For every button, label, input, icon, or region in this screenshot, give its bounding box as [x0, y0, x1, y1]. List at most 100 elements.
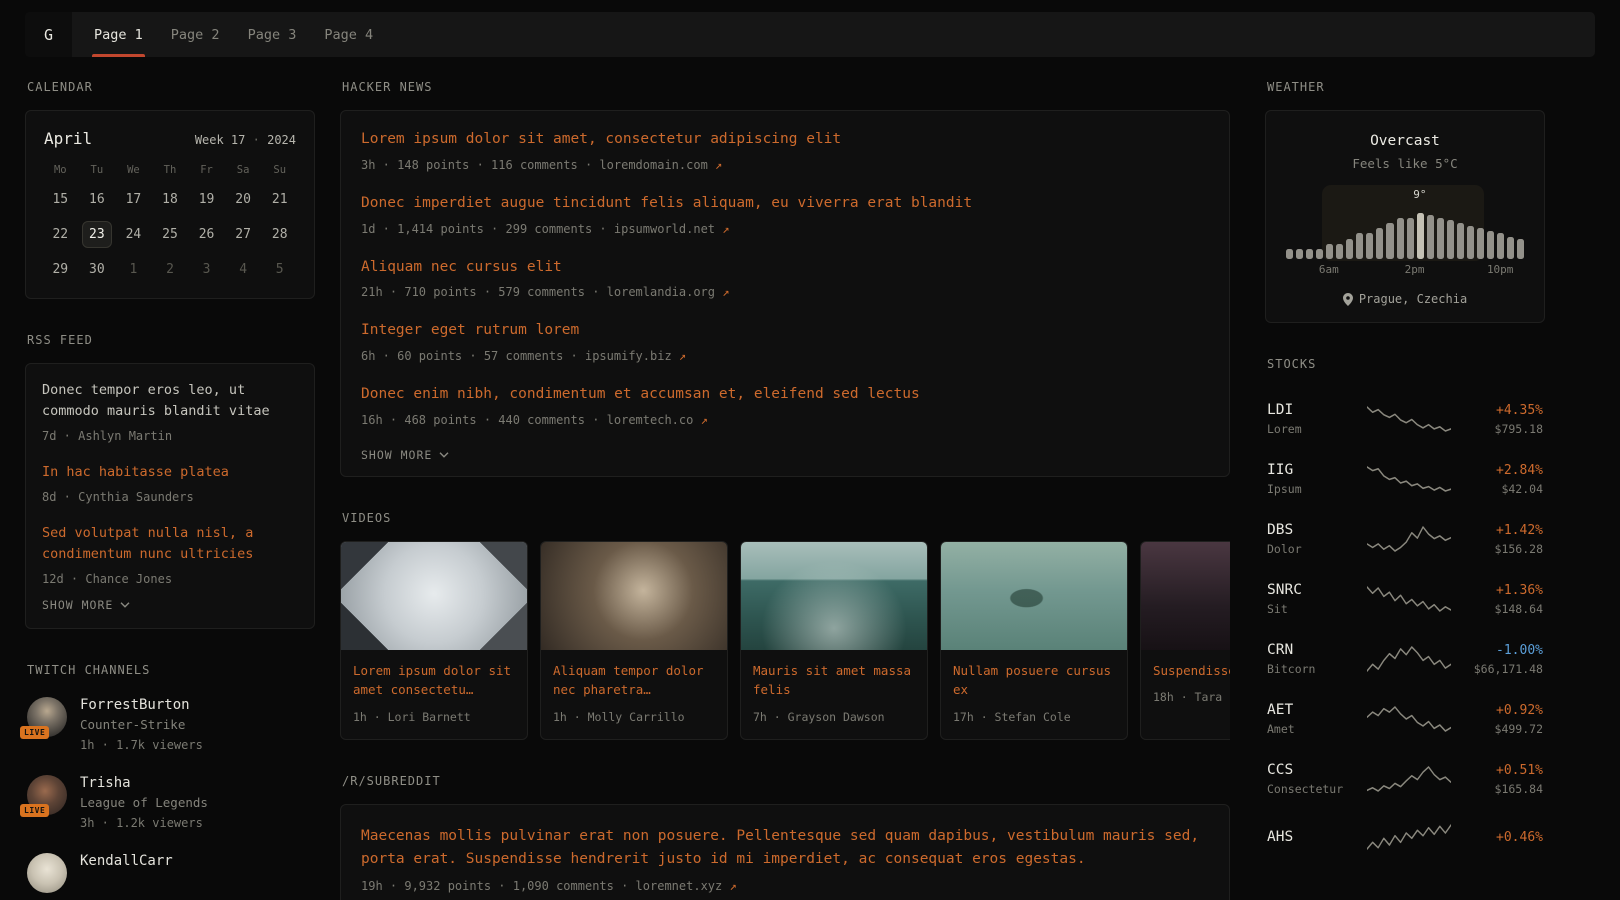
subreddit-list: Maecenas mollis pulvinar erat non posuer… [361, 825, 1209, 895]
stock-row[interactable]: IIGIpsum+2.84%$42.04 [1267, 449, 1543, 509]
news-item-meta: 16h · 468 points · 440 comments · loremt… [361, 411, 1209, 429]
calendar-day: 19 [191, 187, 222, 212]
calendar-day: 29 [45, 257, 76, 282]
channel-name[interactable]: ForrestBurton [80, 697, 203, 713]
app-logo[interactable]: G [25, 12, 72, 57]
calendar-day: 28 [264, 222, 295, 247]
video-title[interactable]: Lorem ipsum dolor sit amet consectetu… [353, 661, 515, 700]
weather-times: 6am2pm10pm [1286, 263, 1524, 275]
news-item-meta: 6h · 60 points · 57 comments · ipsumify.… [361, 347, 1209, 365]
news-item-title[interactable]: Donec enim nibh, condimentum et accumsan… [361, 384, 1209, 406]
twitch-channel[interactable]: LIVEForrestBurtonCounter-Strike1h · 1.7k… [27, 697, 313, 754]
stock-change: +1.36% [1461, 583, 1543, 598]
video-card[interactable]: Suspendisse diam18h · Tara [1140, 541, 1230, 740]
video-card[interactable]: Nullam posuere cursus ex17h · Stefan Col… [940, 541, 1128, 740]
calendar-day-today: 23 [82, 221, 113, 248]
subreddit-post: Maecenas mollis pulvinar erat non posuer… [361, 825, 1209, 895]
calendar-section-label: CALENDAR [27, 80, 315, 94]
weather-bar [1306, 249, 1313, 259]
news-item: Donec enim nibh, condimentum et accumsan… [361, 384, 1209, 429]
stock-row[interactable]: CRNBitcorn-1.00%$66,171.48 [1267, 629, 1543, 689]
video-title[interactable]: Nullam posuere cursus ex [953, 661, 1115, 700]
news-item-domain-link[interactable]: loremtech.co ↗ [607, 413, 708, 427]
stock-ticker: CRN [1267, 642, 1357, 658]
weather-bar [1366, 233, 1373, 259]
stock-row[interactable]: CCSConsectetur+0.51%$165.84 [1267, 749, 1543, 809]
weather-bar [1356, 233, 1363, 259]
video-title[interactable]: Mauris sit amet massa felis [753, 661, 915, 700]
calendar-month: April [44, 129, 92, 148]
hackernews-show-more-button[interactable]: SHOW MORE [361, 448, 449, 462]
video-title[interactable]: Aliquam tempor dolor nec pharetra… [553, 661, 715, 700]
hackernews-widget: HACKER NEWS Lorem ipsum dolor sit amet, … [340, 80, 1230, 477]
video-card[interactable]: Aliquam tempor dolor nec pharetra…1h · M… [540, 541, 728, 740]
twitch-channel[interactable]: KendallCarr [27, 853, 313, 893]
news-item-domain-link[interactable]: loremlandia.org ↗ [607, 285, 730, 299]
stock-values-block: +0.51%$165.84 [1461, 763, 1543, 796]
sparkline-chart [1367, 822, 1451, 852]
news-item-domain-link[interactable]: loremdomain.com ↗ [599, 158, 722, 172]
news-item: Integer eget rutrum lorem 6h · 60 points … [361, 320, 1209, 365]
tab-page-1[interactable]: Page 1 [80, 12, 157, 57]
stock-symbol-block: AETAmet [1267, 702, 1357, 736]
stock-price: $66,171.48 [1461, 662, 1543, 676]
news-item-stats: 1d · 1,414 points · 299 comments · [361, 222, 614, 236]
rss-item-title[interactable]: Sed volutpat nulla nisl, a condimentum n… [42, 523, 298, 565]
tab-page-3[interactable]: Page 3 [234, 12, 311, 57]
sparkline-chart [1367, 644, 1451, 674]
weather-widget: WEATHER Overcast Feels like 5°C 9° 6am2p… [1265, 80, 1545, 323]
stock-row[interactable]: AETAmet+0.92%$499.72 [1267, 689, 1543, 749]
calendar-day: 15 [45, 187, 76, 212]
rss-item-meta: 12d · Chance Jones [42, 570, 298, 588]
news-item-meta: 1d · 1,414 points · 299 comments · ipsum… [361, 220, 1209, 238]
subreddit-post-domain-link[interactable]: loremnet.xyz ↗ [636, 879, 737, 893]
top-bar: G Page 1Page 2Page 3Page 4 [25, 12, 1595, 57]
video-card-body: Aliquam tempor dolor nec pharetra…1h · M… [541, 650, 727, 739]
rss-list: Donec tempor eros leo, ut commodo mauris… [42, 380, 298, 588]
weather-time-label: 6am [1319, 263, 1339, 276]
tab-page-4[interactable]: Page 4 [310, 12, 387, 57]
chevron-down-icon [439, 452, 449, 458]
weather-time-label: 10pm [1487, 263, 1514, 276]
rss-item-title[interactable]: Donec tempor eros leo, ut commodo mauris… [42, 380, 298, 422]
stock-ticker: AHS [1267, 829, 1357, 845]
stock-change: +0.92% [1461, 703, 1543, 718]
weather-bar [1427, 215, 1434, 259]
calendar-day: 4 [228, 257, 259, 282]
twitch-channel[interactable]: LIVETrishaLeague of Legends3h · 1.2k vie… [27, 775, 313, 832]
news-item-stats: 16h · 468 points · 440 comments · [361, 413, 607, 427]
tab-page-2[interactable]: Page 2 [157, 12, 234, 57]
news-item-domain-link[interactable]: ipsumworld.net ↗ [614, 222, 730, 236]
stock-row[interactable]: AHS +0.46% [1267, 809, 1543, 865]
stock-row[interactable]: SNRCSit+1.36%$148.64 [1267, 569, 1543, 629]
video-card[interactable]: Mauris sit amet massa felis7h · Grayson … [740, 541, 928, 740]
stock-values-block: +0.46% [1461, 830, 1543, 845]
news-item: Lorem ipsum dolor sit amet, consectetur … [361, 129, 1209, 174]
news-item-domain-link[interactable]: ipsumify.biz ↗ [585, 349, 686, 363]
news-item-meta: 21h · 710 points · 579 comments · loreml… [361, 283, 1209, 301]
news-item-title[interactable]: Lorem ipsum dolor sit amet, consectetur … [361, 129, 1209, 151]
video-title[interactable]: Suspendisse diam [1153, 661, 1230, 680]
rss-show-more-button[interactable]: SHOW MORE [42, 598, 130, 612]
news-item-title[interactable]: Aliquam nec cursus elit [361, 257, 1209, 279]
subreddit-post-title[interactable]: Maecenas mollis pulvinar erat non posuer… [361, 825, 1209, 871]
stock-price: $165.84 [1461, 782, 1543, 796]
avatar: LIVE [27, 697, 67, 737]
rss-item-title[interactable]: In hac habitasse platea [42, 462, 298, 483]
video-card[interactable]: Lorem ipsum dolor sit amet consectetu…1h… [340, 541, 528, 740]
stock-ticker: DBS [1267, 522, 1357, 538]
stock-row[interactable]: LDILorem+4.35%$795.18 [1267, 389, 1543, 449]
channel-name[interactable]: KendallCarr [80, 853, 173, 869]
stock-ticker: LDI [1267, 402, 1357, 418]
stock-row[interactable]: DBSDolor+1.42%$156.28 [1267, 509, 1543, 569]
stock-price: $795.18 [1461, 422, 1543, 436]
news-item-title[interactable]: Integer eget rutrum lorem [361, 320, 1209, 342]
calendar-day: 25 [155, 222, 186, 247]
news-item-stats: 6h · 60 points · 57 comments · [361, 349, 585, 363]
channel-name[interactable]: Trisha [80, 775, 208, 791]
news-item-title[interactable]: Donec imperdiet augue tincidunt felis al… [361, 193, 1209, 215]
twitch-widget: TWITCH CHANNELS LIVEForrestBurtonCounter… [25, 663, 315, 900]
video-card-body: Mauris sit amet massa felis7h · Grayson … [741, 650, 927, 739]
calendar-week-year: Week 17 · 2024 [195, 133, 296, 147]
news-item: Donec imperdiet augue tincidunt felis al… [361, 193, 1209, 238]
